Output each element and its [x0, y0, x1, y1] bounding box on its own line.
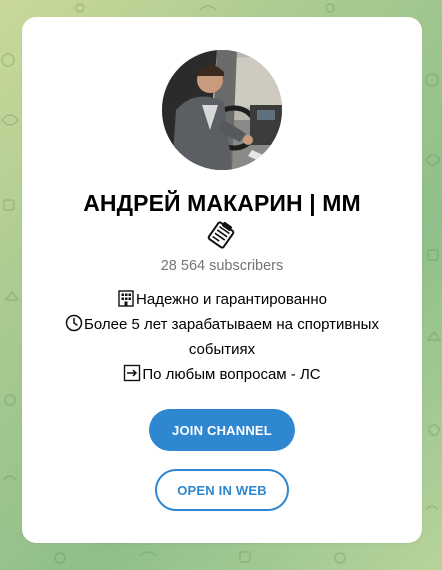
office-building-icon	[118, 290, 134, 307]
channel-card: АНДРЕЙ МАКАРИН | ММ 28 564 subscribers Н…	[22, 17, 422, 543]
open-in-web-button[interactable]: OPEN IN WEB	[155, 469, 289, 511]
clock-icon	[65, 314, 83, 332]
description-line: событиях	[188, 341, 256, 358]
channel-avatar	[162, 50, 282, 170]
channel-description: Надежно и гарантированно Более 5 лет зар…	[47, 287, 397, 387]
arrow-right-icon	[124, 364, 141, 382]
join-channel-button[interactable]: JOIN CHANNEL	[149, 409, 295, 451]
description-line: Надежно и гарантированно	[47, 287, 397, 312]
subscriber-count: 28 564 subscribers	[160, 258, 284, 274]
description-line: Более 5 лет зарабатываем на спортивных	[47, 312, 397, 337]
title-badge-icon	[207, 221, 235, 249]
description-line: По любым вопросам - ЛС	[47, 362, 397, 387]
channel-title: АНДРЕЙ МАКАРИН | ММ	[83, 190, 361, 216]
